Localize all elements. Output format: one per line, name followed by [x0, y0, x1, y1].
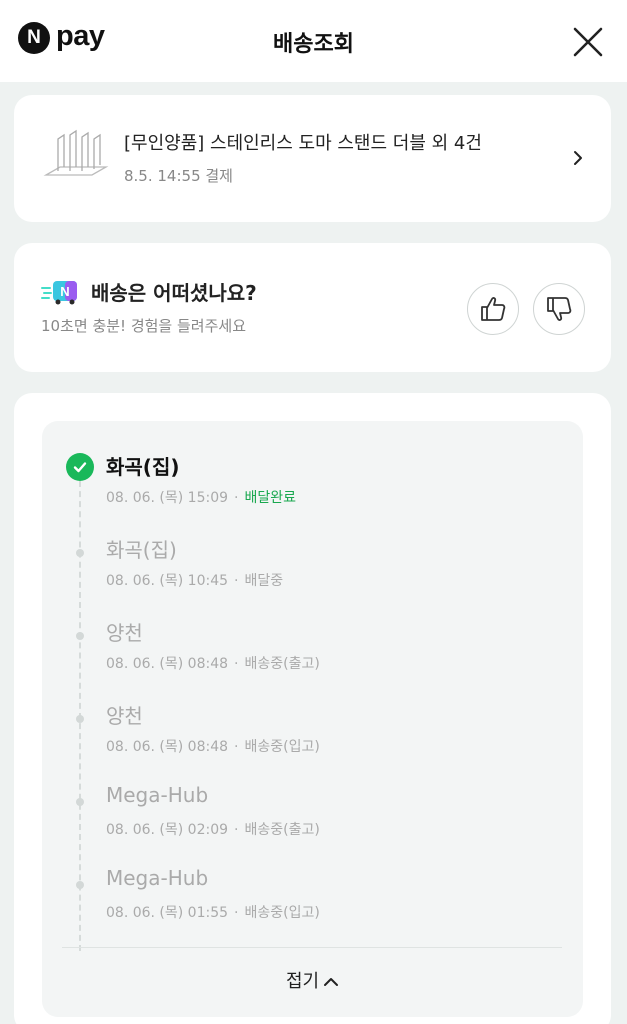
timeline-status: 배송중(입고)	[244, 739, 320, 755]
timeline-item: 양천 08. 06. (목) 08:48 · 배송중(출고)	[42, 617, 583, 687]
order-payment-date: 8.5. 14:55 결제	[124, 167, 233, 185]
product-name: [무인양품] 스테인리스 도마 스탠드 더블 외 4건	[124, 133, 482, 154]
timeline-status: 배송중(입고)	[244, 905, 320, 921]
timeline-status: 배달중	[244, 573, 284, 589]
truck-n-letter: N	[60, 284, 69, 299]
delivery-truck-icon: N	[41, 281, 77, 305]
timeline-place: 화곡(집)	[106, 538, 177, 562]
divider	[62, 947, 562, 948]
feedback-subtitle: 10초면 충분! 경험을 들려주세요	[41, 317, 247, 335]
timeline-place: 양천	[106, 704, 143, 728]
product-thumbnail	[43, 129, 109, 176]
separator-dot: ·	[234, 656, 239, 672]
separator-dot: ·	[234, 739, 239, 755]
delivery-timeline: 화곡(집) 08. 06. (목) 15:09 · 배달완료 화곡(집) 08. 0…	[42, 421, 583, 1017]
close-icon[interactable]	[568, 22, 608, 62]
timeline-timestamp: 08. 06. (목) 01:55	[106, 905, 229, 921]
delivery-tracking-card: 화곡(집) 08. 06. (목) 15:09 · 배달완료 화곡(집) 08. 0…	[14, 393, 611, 1024]
timeline-dot	[76, 798, 84, 806]
app-header: N pay 배송조회	[0, 0, 627, 82]
timeline-dot	[76, 549, 84, 557]
separator-dot: ·	[234, 573, 239, 589]
timeline-time: 08. 06. (목) 10:45 · 배달중	[106, 570, 283, 590]
thumbs-up-button[interactable]	[467, 283, 519, 335]
timeline-status: 배달완료	[244, 490, 297, 506]
separator-dot: ·	[234, 490, 239, 506]
timeline-dot	[76, 881, 84, 889]
thumbs-down-button[interactable]	[533, 283, 585, 335]
timeline-time: 08. 06. (목) 01:55 · 배송중(입고)	[106, 902, 320, 922]
timeline-item: 화곡(집) 08. 06. (목) 10:45 · 배달중	[42, 534, 583, 604]
order-product-card[interactable]: [무인양품] 스테인리스 도마 스탠드 더블 외 4건 8.5. 14:55 결…	[14, 95, 611, 222]
timeline-time: 08. 06. (목) 08:48 · 배송중(입고)	[106, 736, 320, 756]
timeline-status: 배송중(출고)	[244, 822, 320, 838]
timeline-status: 배송중(출고)	[244, 656, 320, 672]
timeline-dot	[76, 632, 84, 640]
timeline-place: 양천	[106, 621, 143, 645]
timeline-timestamp: 08. 06. (목) 10:45	[106, 573, 229, 589]
timeline-place: Mega-Hub	[106, 783, 209, 807]
timeline-item: Mega-Hub 08. 06. (목) 01:55 · 배송중(입고)	[42, 866, 583, 936]
separator-dot: ·	[234, 822, 239, 838]
timeline-timestamp: 08. 06. (목) 15:09	[106, 490, 229, 506]
timeline-dot	[76, 715, 84, 723]
timeline-place: Mega-Hub	[106, 866, 209, 890]
timeline-item: Mega-Hub 08. 06. (목) 02:09 · 배송중(출고)	[42, 783, 583, 853]
feedback-title: 배송은 어떠셨나요?	[91, 281, 257, 305]
timeline-timestamp: 08. 06. (목) 08:48	[106, 739, 229, 755]
delivery-feedback-card: N 배송은 어떠셨나요? 10초면 충분! 경험을 들려주세요	[14, 243, 611, 372]
chevron-up-icon	[324, 978, 339, 986]
check-circle-icon	[66, 453, 94, 481]
timeline-time: 08. 06. (목) 02:09 · 배송중(출고)	[106, 819, 320, 839]
timeline-item: 화곡(집) 08. 06. (목) 15:09 · 배달완료	[42, 451, 583, 521]
page-title: 배송조회	[273, 32, 354, 57]
timeline-place: 화곡(집)	[106, 455, 180, 479]
timeline-item: 양천 08. 06. (목) 08:48 · 배송중(입고)	[42, 700, 583, 770]
timeline-timestamp: 08. 06. (목) 08:48	[106, 656, 229, 672]
timeline-time: 08. 06. (목) 08:48 · 배송중(출고)	[106, 653, 320, 673]
separator-dot: ·	[234, 905, 239, 921]
timeline-timestamp: 08. 06. (목) 02:09	[106, 822, 229, 838]
timeline-time: 08. 06. (목) 15:09 · 배달완료	[106, 487, 296, 507]
thumbs-down-icon	[547, 297, 572, 321]
collapse-button[interactable]: 접기	[42, 967, 583, 993]
chevron-right-icon	[574, 151, 582, 165]
collapse-label: 접기	[285, 971, 320, 992]
thumbs-up-icon	[481, 297, 506, 321]
